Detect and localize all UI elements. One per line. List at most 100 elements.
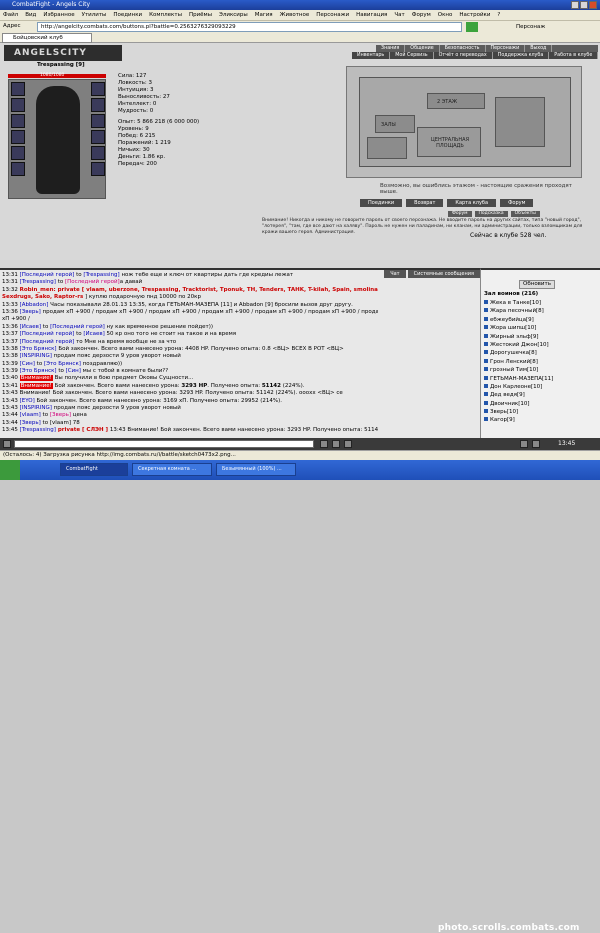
chat-tab[interactable]: Чат xyxy=(384,270,406,278)
task-untitled[interactable]: Безымянный (100%) ... xyxy=(216,463,296,476)
chat-nick[interactable]: [EYO] xyxy=(20,398,35,404)
menu-item[interactable]: Магия xyxy=(255,12,273,18)
sound-button[interactable] xyxy=(532,440,540,448)
amulet-slot[interactable] xyxy=(91,82,105,96)
roster-name[interactable]: Жирный эльф[9] xyxy=(490,334,539,340)
top-nav-link[interactable]: Персонажи xyxy=(486,45,526,52)
chat-nick[interactable]: [Trespassing] xyxy=(83,272,119,278)
weapon-slot[interactable] xyxy=(11,114,25,128)
top-nav-link[interactable]: Работа в клубе xyxy=(549,52,599,59)
top-nav-link[interactable]: Инвентарь xyxy=(352,52,391,59)
roster-name[interactable]: Дед ведя[9] xyxy=(490,392,525,398)
tab-club[interactable]: Бойцовский клуб xyxy=(2,33,92,43)
chat-nick[interactable]: [Зверь] xyxy=(50,412,71,418)
roster-name[interactable]: Жара песочный[8] xyxy=(490,308,544,314)
chat-nick[interactable]: [INSPIRING] xyxy=(20,353,52,359)
menu-item[interactable]: Избранное xyxy=(43,12,74,18)
roster-item[interactable]: Дед ведя[9] xyxy=(484,391,600,399)
armor-slot[interactable] xyxy=(11,98,25,112)
top-nav-link[interactable]: Общение xyxy=(405,45,440,52)
chat-nick[interactable]: [Исаев] xyxy=(20,324,41,330)
top-nav-link[interactable]: Мой Сервизь xyxy=(390,52,434,59)
roster-name[interactable]: ебжеубийца[9] xyxy=(490,317,534,323)
menu-item[interactable]: Комплекты xyxy=(149,12,182,18)
menu-item[interactable]: Животное xyxy=(280,12,310,18)
action-button[interactable]: Возврат xyxy=(406,199,444,207)
menu-item[interactable]: Навигация xyxy=(356,12,387,18)
secondary-button[interactable]: Форум xyxy=(448,211,472,217)
top-nav-link[interactable]: Безопасность xyxy=(440,45,486,52)
roster-name[interactable]: Дон Карлеоне[10] xyxy=(490,384,542,390)
boots-slot[interactable] xyxy=(91,162,105,176)
roster-name[interactable]: Жора шипш[10] xyxy=(490,325,536,331)
ring-slot[interactable] xyxy=(11,146,25,160)
chat-nick[interactable]: [vlaam] xyxy=(20,412,41,418)
roster-name[interactable]: Кагор[9] xyxy=(490,417,515,423)
chat-nick[interactable]: [Последний герой] xyxy=(20,339,75,345)
roster-name[interactable]: Грон Ленский[8] xyxy=(490,359,538,365)
ring-slot[interactable] xyxy=(11,162,25,176)
roster-item[interactable]: Дорогушечка[8] xyxy=(484,349,600,357)
roster-name[interactable]: Дорогушечка[8] xyxy=(490,350,537,356)
chat-nick[interactable]: [Исаев] xyxy=(83,331,104,337)
roster-item[interactable]: Жека в Танке[10] xyxy=(484,299,600,307)
address-input[interactable]: http://angelcity.combats.com/buttons.pl?… xyxy=(37,22,462,32)
top-nav-link[interactable]: Поддержка клуба xyxy=(493,52,550,59)
roster-item[interactable]: Жара песочный[8] xyxy=(484,307,600,315)
menu-item[interactable]: Окно xyxy=(438,12,453,18)
roster-name[interactable]: грозный Тим[10] xyxy=(490,367,538,373)
chat-nick[interactable]: [Это Брянск] xyxy=(44,361,81,367)
gloves-slot[interactable] xyxy=(91,98,105,112)
settings-button[interactable] xyxy=(520,440,528,448)
map-room-arena[interactable] xyxy=(495,97,545,147)
roster-item[interactable]: Дон Карлеоне[10] xyxy=(484,383,600,391)
roster-item[interactable]: ГЕТЬМАН-МАЗЕПА[11] xyxy=(484,375,600,383)
character-name[interactable]: Trespassing xyxy=(37,62,74,68)
top-nav-link[interactable]: Отчёт о переводах xyxy=(434,52,493,59)
chat-nick[interactable]: [Trespassing] xyxy=(20,427,56,433)
top-nav-link[interactable]: Знания xyxy=(376,45,406,52)
menu-item[interactable]: Чат xyxy=(394,12,404,18)
chat-nick[interactable]: [Abbadon] xyxy=(20,302,49,308)
action-button[interactable]: Поединки xyxy=(360,199,403,207)
maximize-button[interactable] xyxy=(580,1,588,9)
roster-item[interactable]: Зверь[10] xyxy=(484,408,600,416)
menu-item[interactable]: Вид xyxy=(25,12,36,18)
chat-nick[interactable]: [Trespassing] xyxy=(20,279,56,285)
roster-name[interactable]: Жестокий Джон[10] xyxy=(490,342,549,348)
menu-item[interactable]: Утилиты xyxy=(82,12,107,18)
roster-name[interactable]: Жека в Танке[10] xyxy=(490,300,541,306)
chat-nick[interactable]: [Син] xyxy=(20,361,35,367)
roster-name[interactable]: Зверь[10] xyxy=(490,409,518,415)
chat-nick[interactable]: [Это Брянск] xyxy=(20,368,57,374)
shield-slot[interactable] xyxy=(91,114,105,128)
roster-item[interactable]: ебжеубийца[9] xyxy=(484,316,600,324)
secondary-button[interactable]: Объекты xyxy=(510,211,540,217)
roster-item[interactable]: Жестокий Джон[10] xyxy=(484,341,600,349)
start-button[interactable] xyxy=(0,460,20,480)
bracers-slot[interactable] xyxy=(91,130,105,144)
menu-item[interactable]: Файл xyxy=(3,12,18,18)
chat-nick[interactable]: [Последний герой] xyxy=(50,324,105,330)
refresh-button[interactable]: Обновить xyxy=(519,280,555,289)
roster-item[interactable]: Двоичник[10] xyxy=(484,400,600,408)
smile-button[interactable] xyxy=(332,440,340,448)
top-nav-link[interactable]: Выход xyxy=(525,45,553,52)
menu-item[interactable]: Приёмы xyxy=(189,12,212,18)
chat-nick[interactable]: [Это Брянск] xyxy=(20,346,57,352)
send-button[interactable] xyxy=(320,440,328,448)
roster-item[interactable]: грозный Тим[10] xyxy=(484,366,600,374)
chat-nick[interactable]: [Последний герой] xyxy=(65,279,120,285)
menu-item[interactable]: Настройки xyxy=(459,12,490,18)
action-button[interactable]: Карта клуба xyxy=(447,199,497,207)
menu-item[interactable]: Эликсиры xyxy=(219,12,248,18)
roster-item[interactable]: Грон Ленский[8] xyxy=(484,358,600,366)
task-combatfight[interactable]: CombatFight xyxy=(60,463,128,476)
roster-item[interactable]: Кагор[9] xyxy=(484,416,600,424)
menu-item[interactable]: Форум xyxy=(412,12,431,18)
roster-name[interactable]: Двоичник[10] xyxy=(490,401,530,407)
chat-nick[interactable]: [Син] xyxy=(66,368,81,374)
map-room-left[interactable] xyxy=(367,137,407,159)
menu-item[interactable]: Поединки xyxy=(113,12,142,18)
menu-item[interactable]: ? xyxy=(497,12,500,18)
